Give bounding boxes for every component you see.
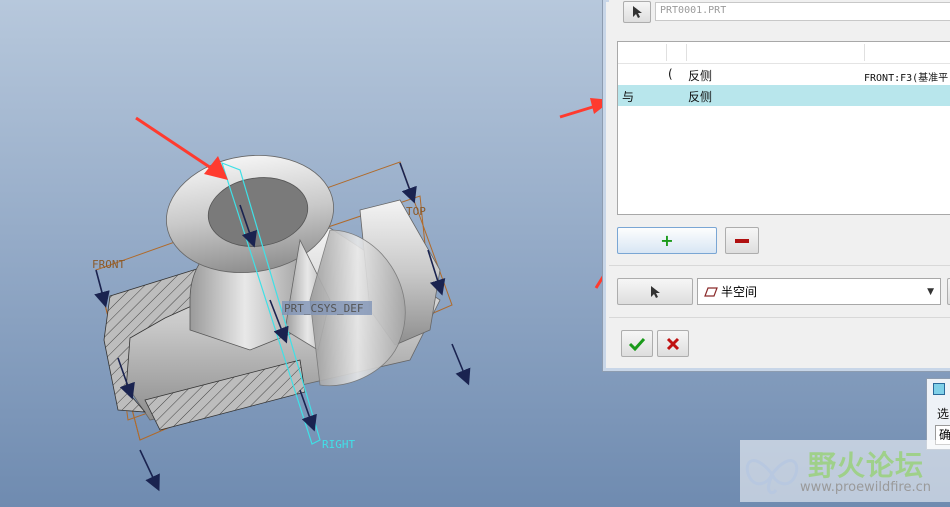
- top-plane-label: TOP: [406, 205, 426, 218]
- x-icon: [666, 337, 680, 350]
- row-side: 反侧: [688, 69, 713, 83]
- reference-field[interactable]: PRT0001.PRT: [655, 2, 950, 21]
- condition-type-select[interactable]: 半空间 ▼: [697, 278, 941, 305]
- ok-button[interactable]: [621, 330, 653, 357]
- add-condition-button[interactable]: +: [617, 227, 717, 254]
- select-reference-button[interactable]: [623, 1, 651, 23]
- half-space-icon: [704, 286, 718, 297]
- conditions-table: ( 反侧 FRONT:F3(基准平 与 反侧: [617, 41, 950, 215]
- row-side: 反侧: [688, 90, 713, 104]
- part-model: [103, 154, 441, 431]
- intersection-dialog: PRT0001.PRT ( 反侧 FRONT:F3(基准平 与 反侧 + 半空间…: [602, 0, 950, 372]
- front-plane-label: FRONT: [92, 258, 125, 271]
- table-row-selected[interactable]: 与 反侧: [618, 85, 950, 106]
- window-icon: [933, 383, 945, 395]
- minus-icon: [735, 238, 749, 243]
- secondary-label: 选: [937, 407, 950, 421]
- table-row[interactable]: ( 反侧 FRONT:F3(基准平: [618, 64, 950, 85]
- cursor-icon: [651, 285, 660, 298]
- chevron-down-icon: ▼: [927, 287, 934, 297]
- watermark: 野火论坛 www.proewildfire.cn: [740, 440, 950, 502]
- plus-icon: +: [660, 231, 674, 250]
- row-paren: (: [668, 67, 673, 81]
- watermark-title: 野火论坛: [808, 449, 925, 482]
- table-header: [618, 42, 950, 64]
- row-operator: 与: [622, 90, 635, 104]
- cancel-button[interactable]: [657, 330, 689, 357]
- csys-label: PRT_CSYS_DEF: [284, 302, 363, 315]
- butterfly-logo-icon: [745, 459, 799, 495]
- right-plane-label: RIGHT: [322, 438, 355, 451]
- select-item-button[interactable]: [617, 278, 693, 305]
- row-reference: FRONT:F3(基准平: [864, 73, 949, 84]
- watermark-url: www.proewildfire.cn: [800, 480, 931, 495]
- remove-condition-button[interactable]: [725, 227, 759, 254]
- checkmark-icon: [628, 337, 646, 351]
- condition-type-value: 半空间: [721, 285, 758, 299]
- cursor-icon: [633, 6, 642, 18]
